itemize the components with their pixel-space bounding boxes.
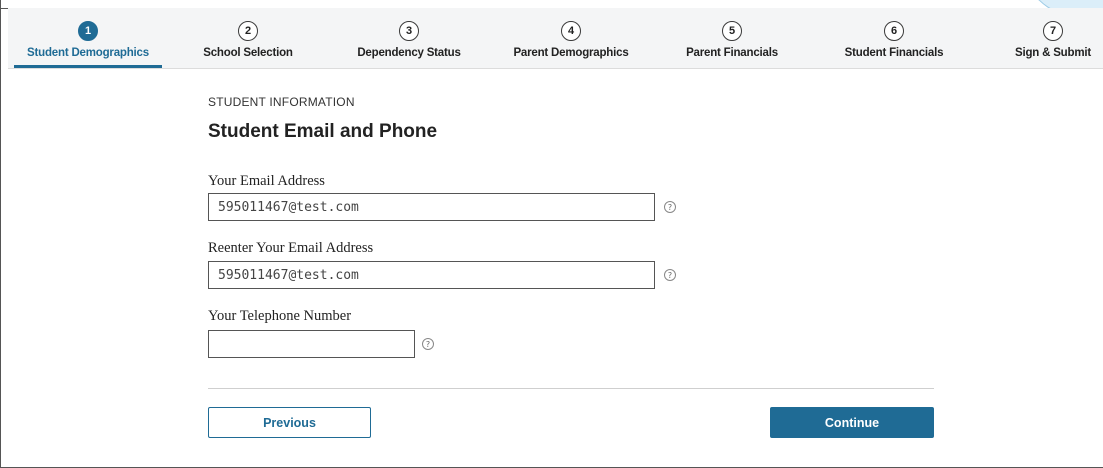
email-confirm-label: Reenter Your Email Address <box>208 240 374 256</box>
step-label: Dependency Status <box>357 47 461 59</box>
help-icon[interactable]: ? <box>664 269 676 281</box>
step-school-selection[interactable]: 2 School Selection <box>183 8 313 68</box>
step-label: Student Financials <box>844 47 944 59</box>
step-student-financials[interactable]: 6 Student Financials <box>826 8 962 68</box>
step-parent-financials[interactable]: 5 Parent Financials <box>666 8 798 68</box>
help-icon[interactable]: ? <box>664 201 676 213</box>
email-confirm-field[interactable]: 595011467@test.com <box>208 261 655 289</box>
divider <box>208 388 934 389</box>
step-number: 2 <box>238 21 258 41</box>
phone-field[interactable] <box>208 330 415 358</box>
step-number: 7 <box>1043 21 1063 41</box>
step-label: School Selection <box>203 47 293 59</box>
step-number: 6 <box>884 21 904 41</box>
step-number: 4 <box>561 21 581 41</box>
progress-stepper: 1 Student Demographics 2 School Selectio… <box>8 8 1103 69</box>
step-number: 3 <box>399 21 419 41</box>
email-label: Your Email Address <box>208 173 325 189</box>
continue-button[interactable]: Continue <box>770 407 934 438</box>
step-label: Student Demographics <box>27 47 149 59</box>
form-fields: Your Email Address 595011467@test.com ? … <box>208 95 934 455</box>
step-label: Sign & Submit <box>1015 47 1091 59</box>
step-dependency-status[interactable]: 3 Dependency Status <box>343 8 475 68</box>
help-icon[interactable]: ? <box>422 338 434 350</box>
email-field[interactable]: 595011467@test.com <box>208 193 655 221</box>
step-label: Parent Demographics <box>513 47 629 59</box>
active-step-indicator <box>14 65 162 68</box>
step-number: 1 <box>78 21 98 41</box>
phone-label: Your Telephone Number <box>208 308 352 324</box>
step-label: Parent Financials <box>686 47 778 59</box>
step-sign-submit[interactable]: 7 Sign & Submit <box>1008 8 1098 68</box>
previous-button[interactable]: Previous <box>208 407 371 438</box>
step-parent-demographics[interactable]: 4 Parent Demographics <box>498 8 644 68</box>
step-student-demographics[interactable]: 1 Student Demographics <box>14 8 162 68</box>
step-number: 5 <box>722 21 742 41</box>
